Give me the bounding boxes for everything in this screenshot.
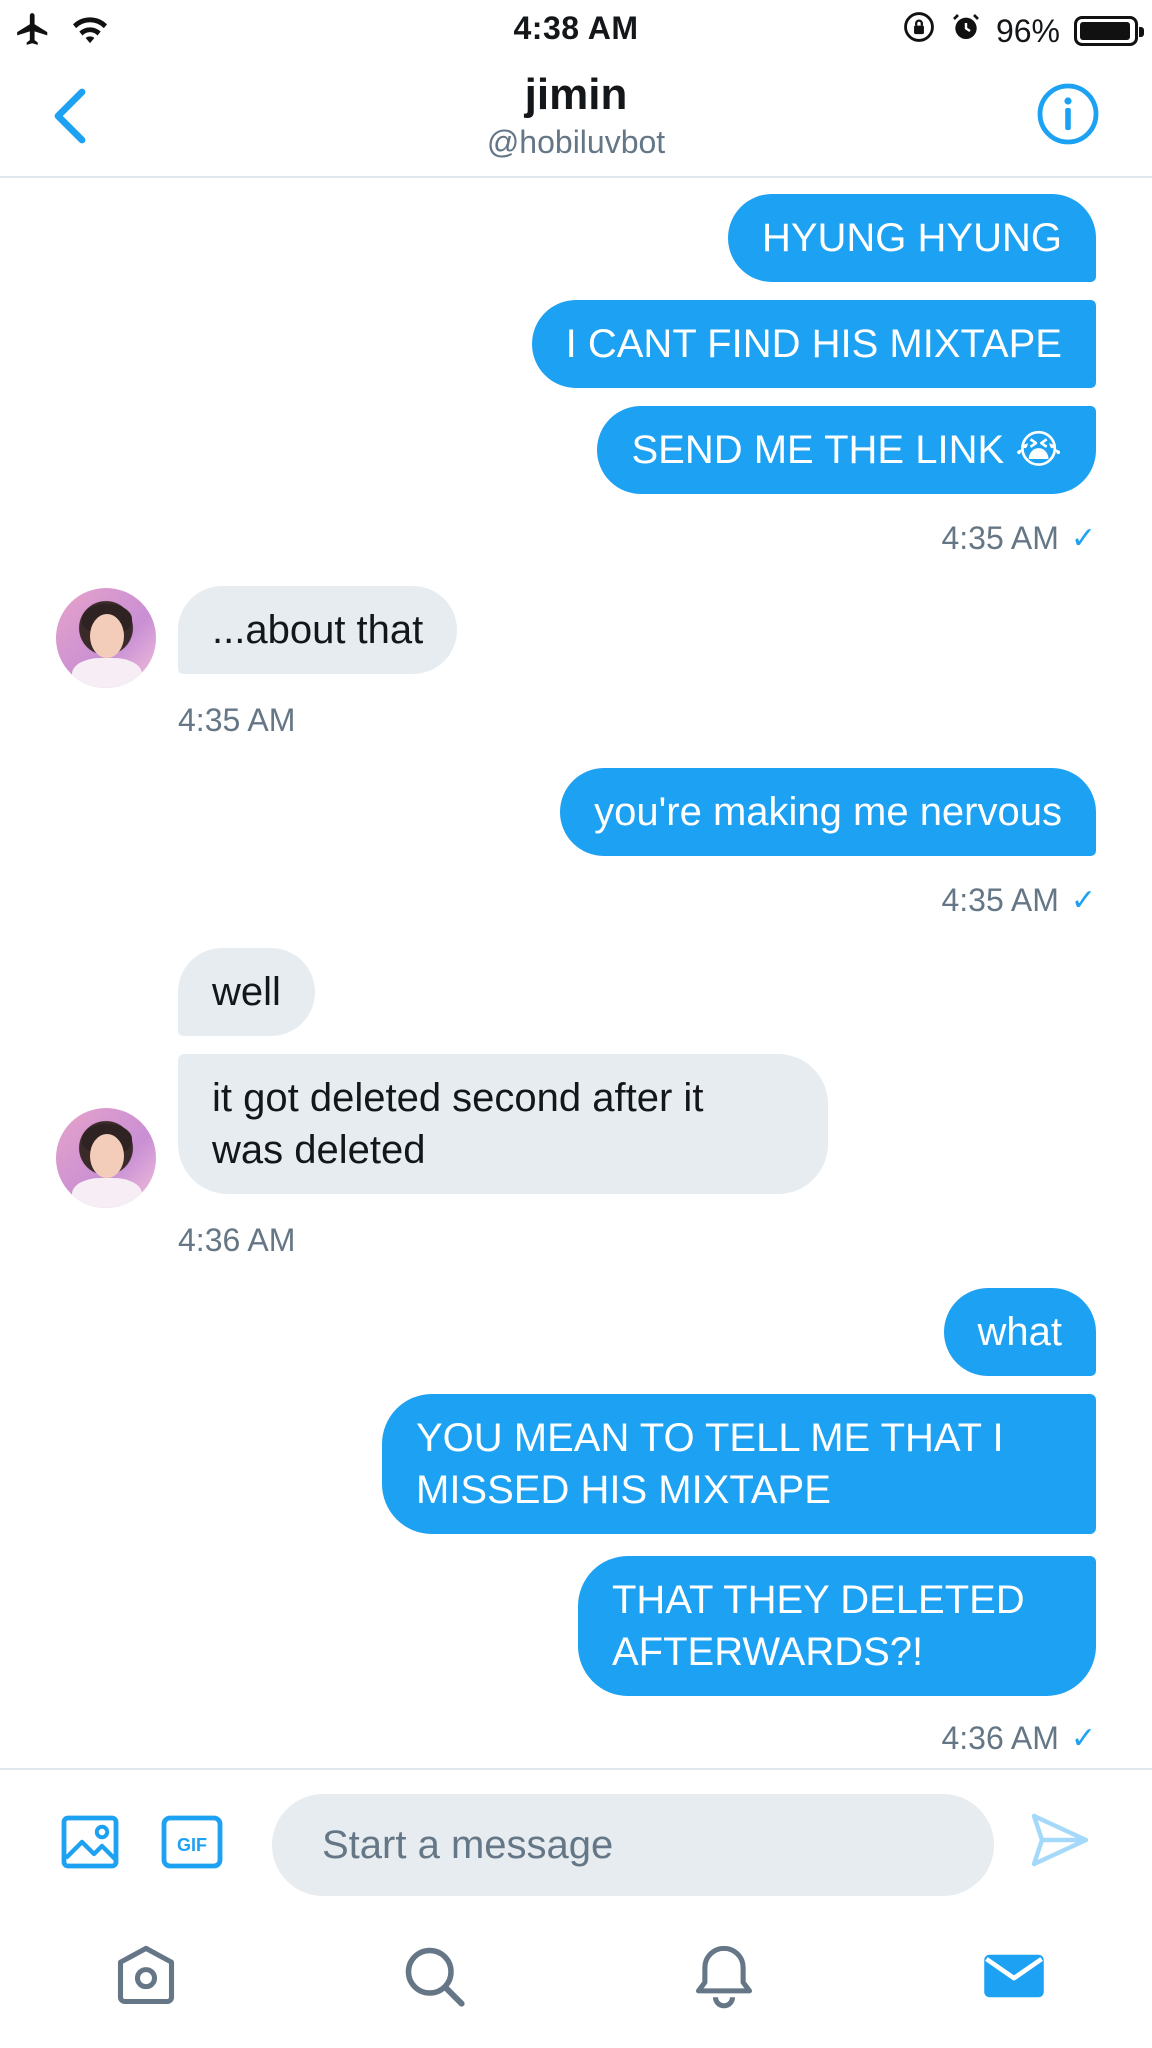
read-check-icon: ✓: [1070, 1722, 1096, 1755]
battery-level-fill: [1080, 22, 1130, 40]
send-icon: [1031, 1813, 1089, 1867]
message-bubble-incoming[interactable]: it got deleted second after it was delet…: [178, 1054, 828, 1194]
image-button[interactable]: [58, 1810, 122, 1874]
conversation-handle: @hobiluvbot: [486, 124, 666, 160]
gif-button[interactable]: GIF: [160, 1810, 224, 1874]
status-right: 96%: [902, 10, 1144, 52]
message-bubble-outgoing[interactable]: YOU MEAN TO TELL ME THAT I MISSED HIS MI…: [382, 1394, 1096, 1534]
info-icon: [1037, 83, 1099, 145]
message-timestamp: 4:35 AM ✓: [941, 882, 1096, 919]
gif-label: GIF: [177, 1835, 207, 1855]
image-icon: [61, 1815, 119, 1869]
message-bubble-outgoing[interactable]: THAT THEY DELETED AFTERWARDS?!: [578, 1556, 1096, 1696]
info-button[interactable]: [1036, 82, 1100, 146]
avatar[interactable]: [56, 588, 156, 688]
notifications-icon: [695, 1945, 753, 2009]
timestamp-text: 4:35 AM: [941, 882, 1059, 918]
tab-notifications[interactable]: [690, 1942, 758, 2010]
message-bubble-outgoing[interactable]: SEND ME THE LINK 😭: [597, 406, 1096, 494]
timestamp-text: 4:36 AM: [941, 1720, 1059, 1756]
timestamp-text: 4:35 AM: [941, 520, 1059, 556]
send-button[interactable]: [1028, 1808, 1092, 1872]
message-input[interactable]: [272, 1794, 994, 1896]
timestamp-text: 4:36 AM: [178, 1222, 296, 1258]
avatar[interactable]: [56, 1108, 156, 1208]
message-bubble-outgoing[interactable]: you're making me nervous: [560, 768, 1096, 856]
tab-search[interactable]: [400, 1942, 468, 2010]
message-bubble-incoming[interactable]: well: [178, 948, 315, 1036]
timestamp-text: 4:35 AM: [178, 702, 296, 738]
alarm-icon: [950, 11, 982, 51]
battery-percent: 96%: [995, 12, 1060, 49]
rotation-lock-icon: [902, 10, 936, 52]
tab-messages[interactable]: [980, 1942, 1048, 2010]
tab-bar: [0, 1910, 1152, 2048]
conversation-header: jimin @hobiluvbot: [0, 58, 1152, 178]
message-timestamp: 4:35 AM ✓: [941, 520, 1096, 557]
message-bubble-outgoing[interactable]: I CANT FIND HIS MIXTAPE: [531, 300, 1096, 388]
message-bubble-outgoing[interactable]: what: [943, 1288, 1096, 1376]
home-icon: [117, 1945, 175, 2005]
message-timestamp: 4:36 AM ✓: [941, 1720, 1096, 1757]
gif-icon: GIF: [161, 1815, 223, 1869]
read-check-icon: ✓: [1070, 884, 1096, 917]
search-icon: [405, 1947, 465, 2007]
status-bar: 4:38 AM 96%: [0, 0, 1152, 58]
message-bubble-outgoing[interactable]: HYUNG HYUNG: [727, 194, 1096, 282]
message-timestamp: 4:35 AM: [178, 702, 295, 739]
read-check-icon: ✓: [1070, 522, 1096, 555]
tab-home[interactable]: [112, 1942, 180, 2010]
message-composer: GIF: [0, 1768, 1152, 1896]
message-bubble-incoming[interactable]: ...about that: [178, 586, 458, 674]
message-timestamp: 4:36 AM: [178, 1222, 295, 1259]
messages-icon: [984, 1954, 1044, 1998]
battery-icon: [1074, 16, 1144, 46]
conversation-title: jimin: [524, 70, 628, 119]
